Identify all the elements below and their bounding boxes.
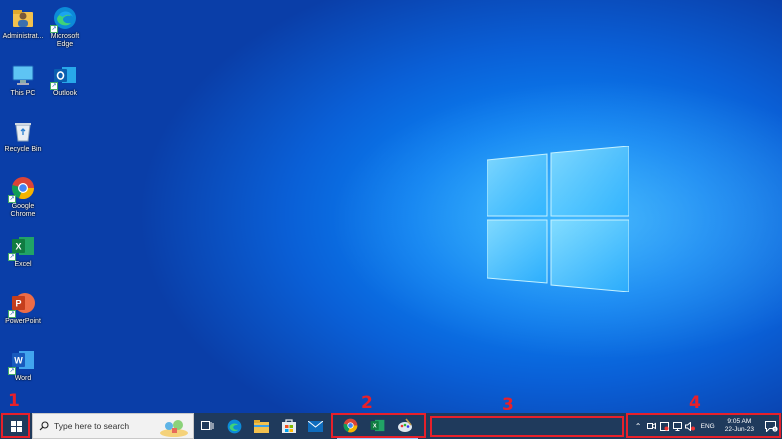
powerpoint-icon: P ↗ [8, 290, 36, 318]
chrome-icon [343, 418, 358, 432]
clock-time: 9:05 AM [727, 418, 752, 425]
desktop-icon-outlook[interactable]: ↗ Outlook [42, 62, 88, 98]
clock-date: 22-Jun-23 [724, 426, 754, 433]
icon-label: Microsoft Edge [50, 33, 80, 48]
search-box[interactable]: Type here to search [32, 413, 194, 439]
icon-label: Administrat... [2, 33, 44, 40]
desktop-icon-recycle-bin[interactable]: Recycle Bin [0, 118, 46, 154]
user-folder-icon [10, 5, 36, 31]
windows-start-icon [10, 420, 22, 432]
paint-icon [397, 417, 412, 432]
monitor-network-icon [672, 421, 682, 431]
system-tray: ⌃ ENG 9:05 AM 22-Jun-23 1 [632, 413, 782, 439]
desktop-icon-chrome[interactable]: ↗ Google Chrome [0, 175, 46, 219]
svg-text:P: P [15, 299, 21, 309]
search-highlight-icon [160, 420, 188, 437]
store-icon [281, 419, 296, 433]
notification-center-icon: 1 [764, 420, 778, 432]
language-indicator[interactable]: ENG [697, 423, 719, 430]
taskbar-excel[interactable]: X [364, 413, 391, 439]
volume-icon[interactable] [684, 413, 697, 439]
show-hidden-icons-button[interactable]: ⌃ [632, 413, 645, 439]
speaker-muted-icon [685, 421, 696, 431]
meet-now-icon[interactable] [645, 413, 658, 439]
svg-text:X: X [15, 242, 21, 252]
taskbar-store[interactable] [275, 413, 302, 439]
icon-label: Word [14, 375, 32, 382]
file-explorer-icon [254, 419, 269, 433]
recycle-bin-icon [10, 118, 36, 144]
icon-label: Outlook [52, 90, 78, 97]
icon-label: Excel [14, 261, 32, 268]
annotation-number-1: 1 [8, 391, 20, 411]
clock[interactable]: 9:05 AM 22-Jun-23 [719, 418, 760, 434]
desktop-icon-powerpoint[interactable]: P ↗ PowerPoint [0, 290, 46, 326]
chrome-icon: ↗ [8, 175, 36, 203]
edge-icon: ↗ [50, 5, 78, 33]
notifications-button[interactable]: 1 [760, 413, 782, 439]
annotation-number-3: 3 [502, 395, 514, 415]
icon-label: Recycle Bin [4, 146, 42, 153]
start-button[interactable] [0, 413, 32, 439]
shield-window-icon [659, 421, 669, 431]
camera-icon [646, 422, 656, 430]
chevron-up-icon: ⌃ [634, 421, 642, 431]
outlook-icon: ↗ [50, 62, 78, 90]
search-placeholder: Type here to search [54, 421, 130, 431]
mail-icon [308, 420, 323, 432]
taskbar: Type here to search X ⌃ ENG 9:05 AM 22-J… [0, 413, 782, 439]
excel-icon: X ↗ [8, 233, 36, 261]
svg-text:W: W [14, 356, 23, 366]
edge-icon [227, 419, 242, 433]
icon-label: PowerPoint [5, 318, 41, 325]
taskbar-file-explorer[interactable] [248, 413, 275, 439]
desktop-icon-administrator[interactable]: Administrat... [0, 5, 46, 41]
desktop-icon-edge[interactable]: ↗ Microsoft Edge [42, 5, 88, 49]
desktop-icon-word[interactable]: W ↗ Word [0, 347, 46, 383]
desktop-icon-excel[interactable]: X ↗ Excel [0, 233, 46, 269]
svg-text:X: X [373, 423, 377, 429]
excel-icon: X [370, 419, 385, 431]
desktop-icon-this-pc[interactable]: This PC [0, 62, 46, 98]
task-view-icon [201, 421, 214, 430]
word-icon: W ↗ [8, 347, 36, 375]
defender-icon[interactable] [658, 413, 671, 439]
network-icon[interactable] [671, 413, 684, 439]
annotation-number-4: 4 [689, 393, 701, 413]
this-pc-icon [10, 62, 36, 88]
annotation-number-2: 2 [361, 393, 373, 413]
icon-label: Google Chrome [10, 203, 36, 218]
taskbar-edge[interactable] [221, 413, 248, 439]
windows-logo [487, 146, 629, 292]
icon-label: This PC [10, 90, 36, 97]
taskbar-paint[interactable] [391, 413, 418, 439]
task-view-button[interactable] [194, 413, 221, 439]
taskbar-chrome[interactable] [337, 413, 364, 439]
taskbar-mail[interactable] [302, 413, 329, 439]
search-icon [39, 421, 49, 431]
